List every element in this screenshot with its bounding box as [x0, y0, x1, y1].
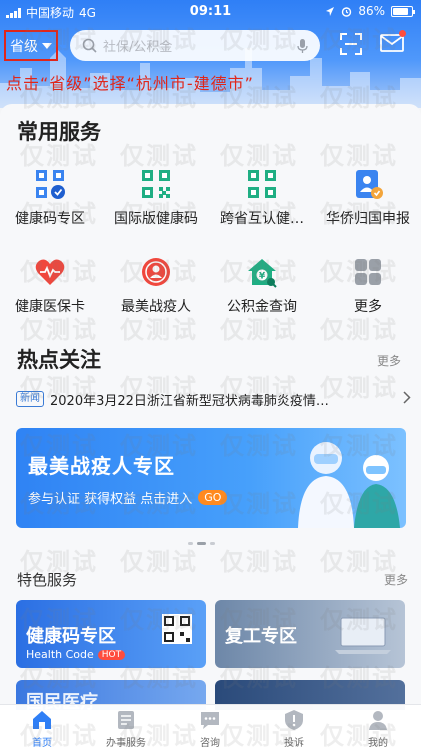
service-label: 公积金查询 — [227, 299, 297, 315]
scan-icon[interactable] — [340, 33, 362, 55]
hot-focus-more-link[interactable]: 更多 — [377, 352, 401, 369]
hero-banner[interactable]: 最美战疫人专区 参与认证 获得权益 点击进入 GO — [16, 428, 406, 528]
service-housing-fund[interactable]: ¥ 公积金查询 — [212, 256, 312, 316]
qr-code-icon — [162, 614, 192, 644]
caret-down-icon — [42, 42, 52, 49]
medical-workers-illustration — [298, 442, 400, 528]
more-grid-icon — [355, 259, 381, 285]
banner-subtitle: 参与认证 获得权益 点击进入 — [28, 492, 193, 507]
health-code-icon — [36, 170, 65, 199]
app-header: 中国移动 4G 09:11 86% 省级 社保/公积金 点击“省级”选择“杭州市… — [0, 0, 421, 108]
service-label: 国际版健康码 — [114, 211, 198, 227]
search-icon — [82, 38, 97, 53]
service-anti-epidemic-hero[interactable]: 最美战疫人 — [106, 256, 206, 316]
bottom-tab-bar: 首页 办事服务 咨询 投诉 我的 — [0, 704, 421, 753]
news-headline: 2020年3月22日浙江省新型冠状病毒肺炎疫情… — [50, 393, 329, 409]
consult-icon — [201, 712, 219, 729]
overseas-return-icon — [356, 170, 383, 199]
card-subtitle: Health Code — [26, 648, 94, 661]
chevron-right-icon — [403, 391, 411, 404]
go-button[interactable]: GO — [198, 490, 228, 505]
service-more[interactable]: 更多 — [318, 256, 418, 316]
home-icon — [33, 711, 51, 729]
medical-heart-icon — [35, 259, 65, 285]
service-label: 华侨归国申报 — [326, 211, 410, 227]
card-title: 健康码专区 — [26, 626, 116, 647]
tab-profile[interactable]: 我的 — [336, 709, 420, 749]
tab-consult[interactable]: 咨询 — [168, 709, 252, 749]
service-overseas-return[interactable]: 华侨归国申报 — [318, 168, 418, 228]
service-intl-health-code[interactable]: 国际版健康码 — [106, 168, 206, 228]
tab-label: 投诉 — [284, 738, 304, 749]
complaint-icon — [285, 710, 303, 730]
tab-label: 咨询 — [200, 738, 220, 749]
featured-card-health-code[interactable]: 健康码专区 Health Code HOT — [16, 600, 206, 668]
service-health-code[interactable]: 健康码专区 — [0, 168, 100, 228]
hot-focus-title: 热点关注 — [17, 348, 101, 372]
tab-complaint[interactable]: 投诉 — [252, 709, 336, 749]
service-cross-province[interactable]: 跨省互认健… — [212, 168, 312, 228]
housing-fund-icon: ¥ — [248, 259, 277, 288]
service-label: 健康码专区 — [15, 211, 85, 227]
featured-more-link[interactable]: 更多 — [384, 571, 408, 588]
news-item[interactable]: 新闻 2020年3月22日浙江省新型冠状病毒肺炎疫情… — [16, 388, 411, 410]
banner-title: 最美战疫人专区 — [28, 454, 175, 478]
message-button[interactable] — [380, 30, 406, 55]
service-label: 跨省互认健… — [220, 211, 304, 227]
alarm-icon — [342, 6, 352, 17]
province-label: 省级 — [10, 38, 38, 55]
tab-label: 我的 — [368, 738, 388, 749]
laptop-icon — [335, 617, 391, 654]
hot-badge: HOT — [97, 649, 126, 660]
microphone-icon[interactable] — [297, 38, 308, 54]
common-services-title: 常用服务 — [17, 120, 101, 144]
featured-card-return-to-work[interactable]: 复工专区 — [215, 600, 405, 668]
instruction-annotation: 点击“省级”选择“杭州市-建德市” — [6, 74, 254, 93]
cross-province-qr-icon — [248, 170, 276, 198]
qr-code-icon — [142, 170, 170, 198]
province-selector[interactable]: 省级 — [4, 30, 58, 61]
unread-dot — [399, 30, 406, 37]
service-icon — [118, 711, 134, 729]
hero-award-icon — [142, 258, 170, 286]
location-icon — [326, 6, 335, 16]
search-bar[interactable]: 社保/公积金 — [70, 30, 320, 61]
search-placeholder: 社保/公积金 — [103, 40, 173, 55]
status-bar: 中国移动 4G 09:11 86% — [0, 0, 421, 22]
service-label: 最美战疫人 — [121, 299, 191, 315]
tab-services[interactable]: 办事服务 — [84, 709, 168, 749]
carousel-indicator — [188, 542, 215, 545]
featured-services-title: 特色服务 — [17, 571, 78, 589]
battery-percent: 86% — [358, 4, 385, 18]
battery-icon — [391, 5, 415, 17]
profile-icon — [369, 711, 387, 730]
tab-label: 首页 — [32, 738, 52, 749]
svg-text:¥: ¥ — [259, 272, 266, 282]
tab-label: 办事服务 — [106, 738, 146, 749]
service-label: 更多 — [354, 299, 382, 315]
card-title: 复工专区 — [225, 626, 297, 647]
tab-home[interactable]: 首页 — [0, 709, 84, 749]
news-tag: 新闻 — [16, 391, 44, 407]
service-medical-card[interactable]: 健康医保卡 — [0, 256, 100, 316]
service-label: 健康医保卡 — [15, 299, 85, 315]
